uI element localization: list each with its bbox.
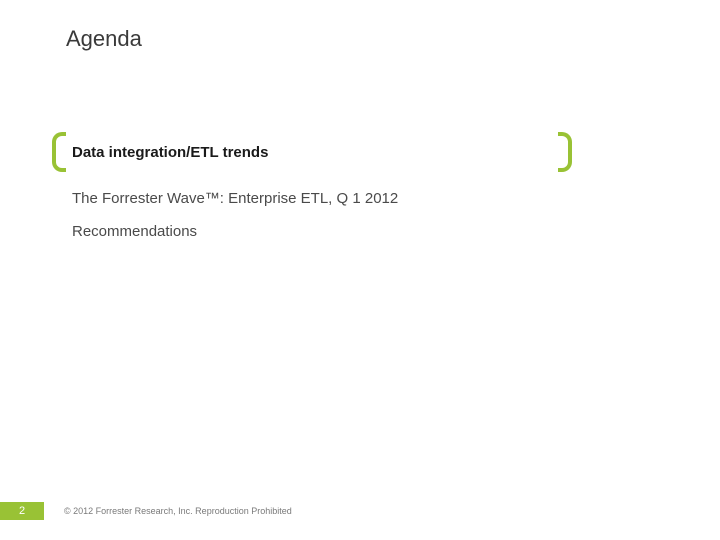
- copyright-text: © 2012 Forrester Research, Inc. Reproduc…: [64, 506, 292, 516]
- slide-title: Agenda: [66, 26, 142, 52]
- bracket-right-icon: [558, 132, 572, 172]
- agenda-list: Data integration/ETL trends The Forreste…: [52, 132, 572, 248]
- bracket-left-icon: [52, 132, 66, 172]
- agenda-item: Recommendations: [52, 215, 572, 248]
- agenda-item: The Forrester Wave™: Enterprise ETL, Q 1…: [52, 182, 572, 215]
- slide: Agenda Data integration/ETL trends The F…: [0, 0, 720, 540]
- slide-footer: 2 © 2012 Forrester Research, Inc. Reprod…: [0, 502, 292, 520]
- agenda-item-highlighted: Data integration/ETL trends: [52, 132, 572, 172]
- agenda-item-label: Data integration/ETL trends: [72, 132, 268, 172]
- page-number: 2: [0, 502, 44, 520]
